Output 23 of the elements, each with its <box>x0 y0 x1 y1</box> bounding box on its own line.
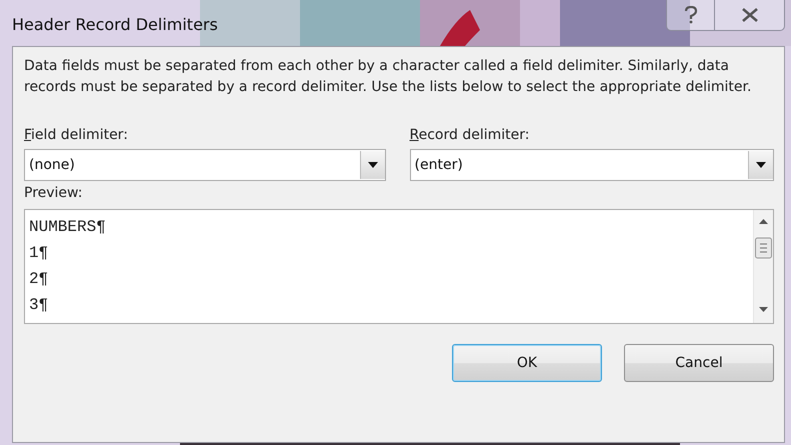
help-icon <box>684 6 698 24</box>
cancel-button[interactable]: Cancel <box>624 344 774 382</box>
close-icon <box>740 7 758 23</box>
dropdown-label: Record delimiter: <box>410 127 530 145</box>
preview-line: NUMBERS¶ <box>29 217 107 238</box>
scroll-thumb[interactable] <box>755 238 772 258</box>
dropdown-arrow-icon <box>756 162 766 168</box>
scrollbar[interactable] <box>753 210 773 323</box>
ok-button[interactable]: OK <box>452 344 602 382</box>
delimiter-dropdown[interactable]: (none) <box>24 149 386 181</box>
scroll-up-icon[interactable] <box>759 219 768 224</box>
close-button[interactable] <box>714 0 784 30</box>
instructions-text: Data fields must be separated from each other by a character called a field delimiter. Similarly, data records must be separated by a record delimiter. Use the lists below to select the appropriate delimiter. <box>24 57 752 97</box>
dropdown-label: Field delimiter: <box>24 127 129 145</box>
preview-label: Preview: <box>24 185 84 203</box>
preview-line: 3¶ <box>29 295 50 316</box>
dropdown-arrow-icon <box>368 162 378 168</box>
preview-line: 1¶ <box>29 243 50 264</box>
help-button[interactable] <box>667 0 714 30</box>
delimiter-dropdown[interactable]: (enter) <box>410 149 774 181</box>
scroll-down-icon[interactable] <box>759 307 768 312</box>
preview-line: 2¶ <box>29 269 50 290</box>
window-title: Header Record Delimiters <box>12 15 218 34</box>
